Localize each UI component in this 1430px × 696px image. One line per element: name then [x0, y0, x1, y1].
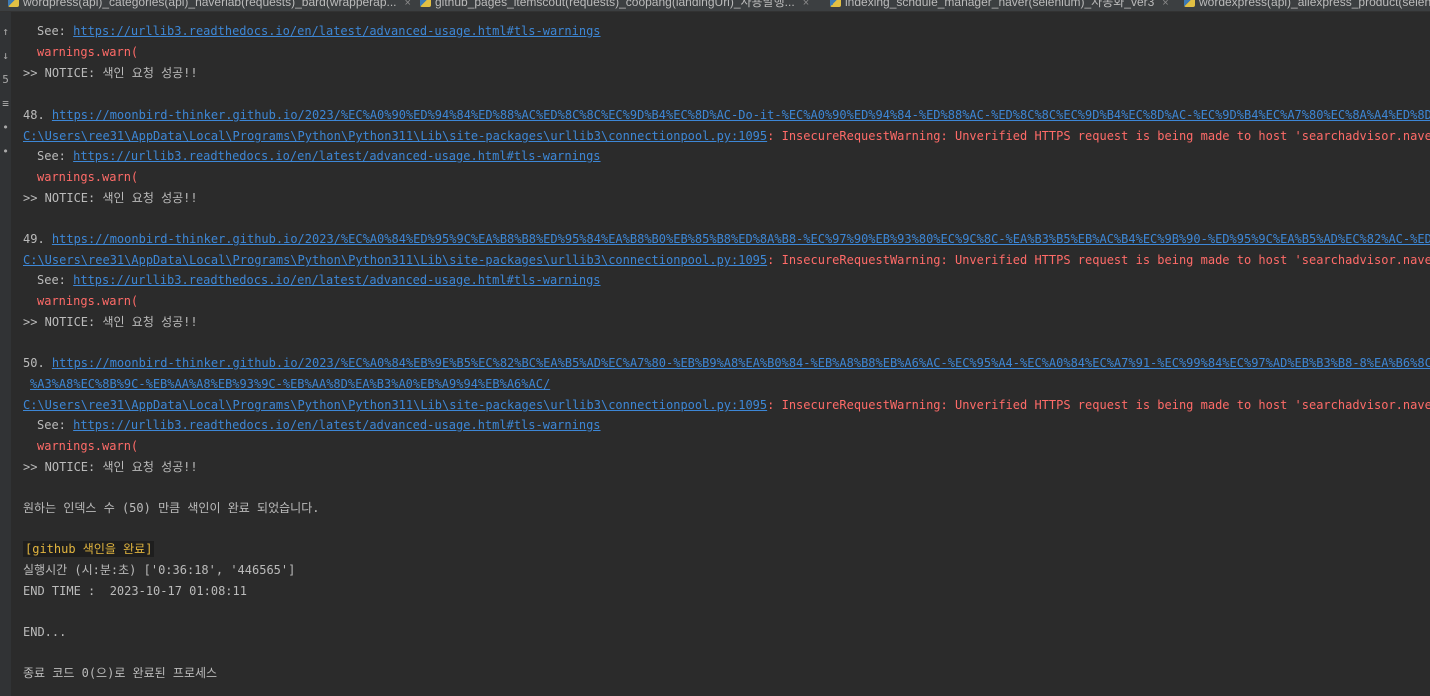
notice-line: >> NOTICE: 색인 요청 성공!! — [23, 315, 198, 329]
console-line: C:\Users\ree31\AppData\Local\Programs\Py… — [23, 398, 1430, 412]
tls-warning-link[interactable]: https://urllib3.readthedocs.io/en/latest… — [73, 418, 600, 432]
tab-label: wordexpress(api)_aliexpress_product(sele… — [1199, 0, 1430, 9]
end-time: END TIME : 2023-10-17 01:08:11 — [23, 584, 247, 598]
notice-line: >> NOTICE: 색인 요청 성공!! — [23, 460, 198, 474]
python-file-icon — [8, 0, 19, 7]
editor-tab-active[interactable]: indexing_schdule_manager_naver(selenium)… — [830, 0, 1169, 11]
console-line: [github 색인을 완료] — [23, 541, 1430, 558]
tls-warning-link[interactable]: https://urllib3.readthedocs.io/en/latest… — [73, 149, 600, 163]
console-line: See: https://urllib3.readthedocs.io/en/l… — [37, 273, 601, 287]
close-icon[interactable]: × — [405, 0, 411, 11]
source-path-link[interactable]: C:\Users\ree31\AppData\Local\Programs\Py… — [23, 129, 767, 143]
elapsed-time: 실행시간 (시:분:초) ['0:36:18', '446565'] — [23, 563, 296, 577]
console-line: 50. https://moonbird-thinker.github.io/2… — [23, 355, 1430, 372]
console-line: C:\Users\ree31\AppData\Local\Programs\Py… — [23, 129, 1430, 143]
editor-tab[interactable]: wordpress(api)_categories(api)_naverlab(… — [8, 0, 411, 11]
notice-line: >> NOTICE: 색인 요청 성공!! — [23, 66, 198, 80]
console-line: See: https://urllib3.readthedocs.io/en/l… — [37, 418, 601, 432]
github-complete-badge: [github 색인을 완료] — [23, 541, 155, 557]
scroll-up-icon[interactable]: ↑ — [0, 26, 11, 38]
rerun-icon[interactable]: 5 — [0, 74, 11, 86]
editor-tab[interactable]: github_pages_itemscout(requests)_coopang… — [420, 0, 809, 11]
tab-label: github_pages_itemscout(requests)_coopang… — [435, 0, 795, 9]
console-line: 48. https://moonbird-thinker.github.io/2… — [23, 107, 1430, 124]
pin-icon[interactable]: • — [0, 146, 11, 158]
post-url-link[interactable]: https://moonbird-thinker.github.io/2023/… — [52, 356, 1430, 370]
python-file-icon — [830, 0, 841, 7]
tls-warning-link[interactable]: https://urllib3.readthedocs.io/en/latest… — [73, 273, 600, 287]
close-icon[interactable]: × — [803, 0, 809, 11]
console-line: warnings.warn( — [37, 439, 139, 453]
notice-line: >> NOTICE: 색인 요청 성공!! — [23, 191, 198, 205]
source-path-link[interactable]: C:\Users\ree31\AppData\Local\Programs\Py… — [23, 398, 767, 412]
console-line: warnings.warn( — [37, 170, 139, 184]
post-url-link[interactable]: https://moonbird-thinker.github.io/2023/… — [52, 232, 1430, 246]
soft-wrap-icon[interactable]: ≡ — [0, 98, 11, 110]
console-line: warnings.warn( — [37, 45, 139, 59]
run-tool-gutter: ↑ ↓ 5 ≡ • • — [0, 12, 11, 696]
console-line: warnings.warn( — [37, 294, 139, 308]
editor-tab[interactable]: wordexpress(api)_aliexpress_product(sele… — [1184, 0, 1430, 11]
console-line: %A3%A8%EC%8B%9C-%EB%AA%A8%EB%93%9C-%EB%A… — [23, 376, 1430, 393]
scroll-down-icon[interactable]: ↓ — [0, 50, 11, 62]
console-line: 49. https://moonbird-thinker.github.io/2… — [23, 231, 1430, 248]
print-icon[interactable]: • — [0, 122, 11, 134]
python-file-icon — [420, 0, 431, 7]
python-file-icon — [1184, 0, 1195, 7]
tab-label: wordpress(api)_categories(api)_naverlab(… — [23, 0, 397, 9]
console-line: C:\Users\ree31\AppData\Local\Programs\Py… — [23, 253, 1430, 267]
tls-warning-link[interactable]: https://urllib3.readthedocs.io/en/latest… — [73, 24, 600, 38]
source-path-link[interactable]: C:\Users\ree31\AppData\Local\Programs\Py… — [23, 253, 767, 267]
completion-message: 원하는 인덱스 수 (50) 만큼 색인이 완료 되었습니다. — [23, 501, 320, 515]
post-url-link[interactable]: https://moonbird-thinker.github.io/2023/… — [52, 108, 1430, 122]
end-marker: END... — [23, 625, 67, 639]
console-line: See: https://urllib3.readthedocs.io/en/l… — [37, 24, 601, 38]
tab-label: indexing_schdule_manager_naver(selenium)… — [845, 0, 1155, 9]
editor-tab-bar: wordpress(api)_categories(api)_naverlab(… — [0, 0, 1430, 12]
process-exit-message: 종료 코드 0(으)로 완료된 프로세스 — [23, 666, 218, 680]
close-icon[interactable]: × — [1162, 0, 1168, 11]
post-url-link-continued[interactable]: %A3%A8%EC%8B%9C-%EB%AA%A8%EB%93%9C-%EB%A… — [30, 377, 550, 391]
console-line: See: https://urllib3.readthedocs.io/en/l… — [37, 149, 601, 163]
